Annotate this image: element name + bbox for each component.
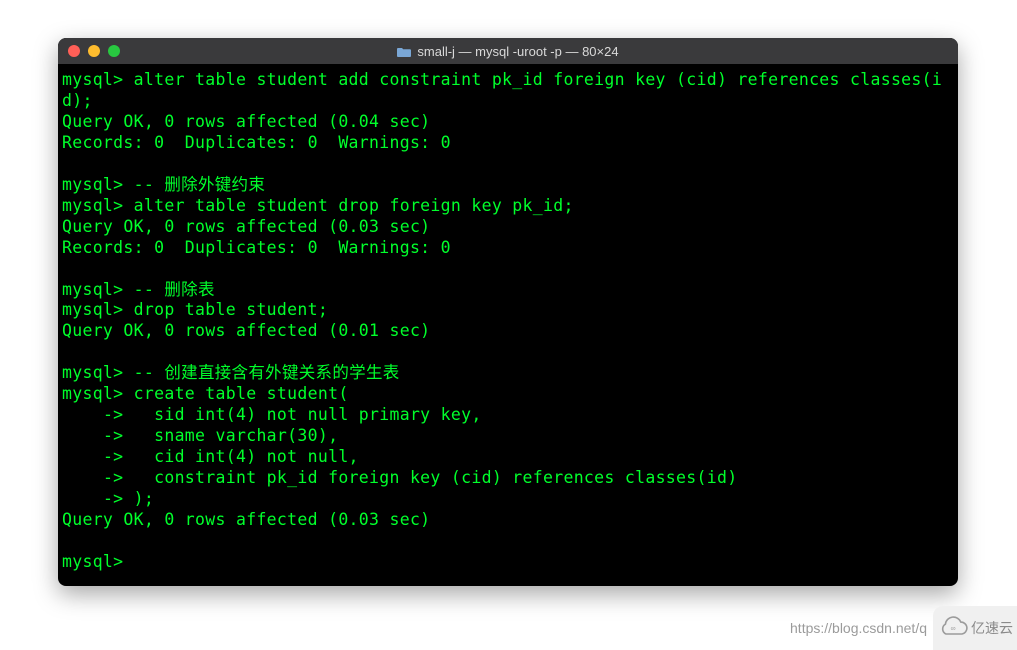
terminal-line: mysql> bbox=[62, 552, 952, 573]
close-icon[interactable] bbox=[68, 45, 80, 57]
svg-text:∞: ∞ bbox=[951, 626, 956, 633]
terminal-line: mysql> alter table student drop foreign … bbox=[62, 196, 952, 217]
terminal-line: mysql> alter table student add constrain… bbox=[62, 70, 952, 112]
maximize-icon[interactable] bbox=[108, 45, 120, 57]
terminal-line: mysql> drop table student; bbox=[62, 300, 952, 321]
terminal-line: mysql> -- 删除外键约束 bbox=[62, 175, 952, 196]
terminal-line bbox=[62, 531, 952, 552]
watermark-badge-text: 亿速云 bbox=[971, 618, 1013, 638]
terminal-line: mysql> -- 创建直接含有外键关系的学生表 bbox=[62, 363, 952, 384]
window-title: small-j — mysql -uroot -p — 80×24 bbox=[417, 44, 618, 59]
terminal-line: Query OK, 0 rows affected (0.01 sec) bbox=[62, 321, 952, 342]
terminal-window: small-j — mysql -uroot -p — 80×24 mysql>… bbox=[58, 38, 958, 586]
terminal-content[interactable]: mysql> alter table student add constrain… bbox=[58, 64, 958, 579]
terminal-line: Query OK, 0 rows affected (0.03 sec) bbox=[62, 510, 952, 531]
terminal-line bbox=[62, 342, 952, 363]
terminal-line: -> constraint pk_id foreign key (cid) re… bbox=[62, 468, 952, 489]
terminal-line: -> cid int(4) not null, bbox=[62, 447, 952, 468]
watermark-text: https://blog.csdn.net/q bbox=[790, 620, 927, 636]
window-titlebar[interactable]: small-j — mysql -uroot -p — 80×24 bbox=[58, 38, 958, 64]
minimize-icon[interactable] bbox=[88, 45, 100, 57]
cloud-icon: ∞ bbox=[937, 616, 969, 640]
terminal-line: -> sname varchar(30), bbox=[62, 426, 952, 447]
terminal-line bbox=[62, 259, 952, 280]
terminal-line: -> ); bbox=[62, 489, 952, 510]
folder-icon bbox=[397, 46, 411, 57]
terminal-line: mysql> -- 删除表 bbox=[62, 280, 952, 301]
window-controls bbox=[68, 45, 120, 57]
watermark-badge: ∞ 亿速云 bbox=[933, 606, 1017, 650]
terminal-line: -> sid int(4) not null primary key, bbox=[62, 405, 952, 426]
scrollbar[interactable] bbox=[942, 64, 956, 584]
terminal-line: Query OK, 0 rows affected (0.03 sec) bbox=[62, 217, 952, 238]
window-title-wrap: small-j — mysql -uroot -p — 80×24 bbox=[58, 44, 958, 59]
terminal-line: Records: 0 Duplicates: 0 Warnings: 0 bbox=[62, 133, 952, 154]
terminal-line bbox=[62, 154, 952, 175]
terminal-line: Query OK, 0 rows affected (0.04 sec) bbox=[62, 112, 952, 133]
terminal-line: Records: 0 Duplicates: 0 Warnings: 0 bbox=[62, 238, 952, 259]
terminal-line: mysql> create table student( bbox=[62, 384, 952, 405]
